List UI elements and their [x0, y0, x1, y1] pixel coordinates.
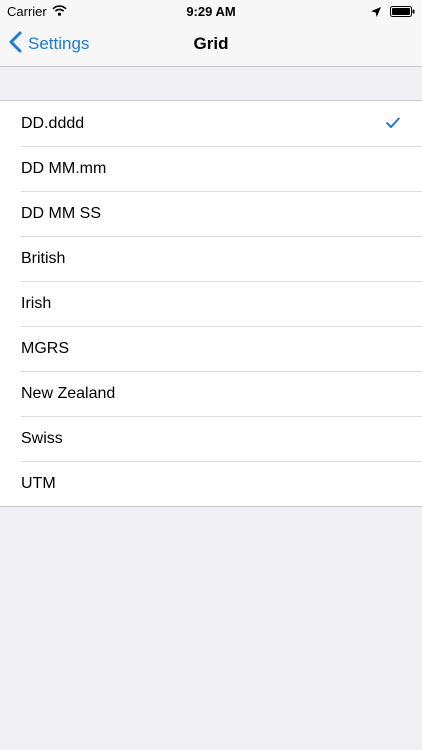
option-label: UTM [21, 475, 56, 492]
status-time: 9:29 AM [186, 4, 236, 19]
location-arrow-icon [371, 5, 381, 20]
checkmark-icon [386, 116, 400, 130]
option-label: British [21, 250, 66, 267]
grid-option-swiss[interactable]: Swiss [0, 416, 422, 461]
grid-option-utm[interactable]: UTM [0, 461, 422, 506]
grid-option-dd-dddd[interactable]: DD.dddd [0, 101, 422, 146]
option-label: Swiss [21, 430, 63, 447]
option-label: Irish [21, 295, 52, 312]
grid-option-dd-mm-mm[interactable]: DD MM.mm [0, 146, 422, 191]
grid-option-irish[interactable]: Irish [0, 281, 422, 326]
option-label: DD MM SS [21, 205, 101, 222]
battery-icon [390, 5, 415, 20]
grid-option-new-zealand[interactable]: New Zealand [0, 371, 422, 416]
status-right [371, 5, 415, 20]
page-title: Grid [193, 34, 229, 53]
grid-options-list: DD.dddd DD MM.mm DD MM SS British Irish … [0, 100, 422, 507]
option-label: MGRS [21, 340, 69, 357]
option-label: DD.dddd [21, 115, 85, 132]
option-label: DD MM.mm [21, 160, 107, 177]
status-bar: Carrier 9:29 AM [0, 0, 422, 22]
grid-option-mgrs[interactable]: MGRS [0, 326, 422, 371]
navigation-bar: Settings Grid [0, 22, 422, 67]
option-label: New Zealand [21, 385, 116, 402]
grid-option-dd-mm-ss[interactable]: DD MM SS [0, 191, 422, 236]
grid-option-british[interactable]: British [0, 236, 422, 281]
